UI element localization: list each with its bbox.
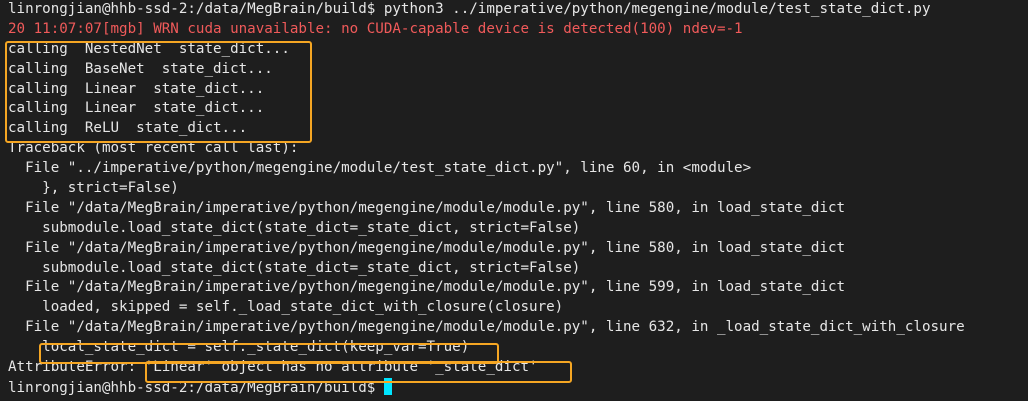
traceback-header: Traceback (most recent call last): [8,140,299,157]
prompt-text: linrongjian@hhb-ssd-2:/data/MegBrain/bui… [8,379,376,396]
traceback-line: local_state_dict = self._state_dict(keep… [8,339,470,356]
output-line: calling Linear state_dict... [8,80,265,97]
command-line: linrongjian@hhb-ssd-2:/data/MegBrain/bui… [8,1,931,17]
text-cursor [384,377,393,395]
traceback-line: File "/data/MegBrain/imperative/python/m… [8,239,846,256]
traceback-line: loaded, skipped = self._load_state_dict_… [8,299,564,316]
output-line: calling NestedNet state_dict... [8,40,290,57]
output-line: calling Linear state_dict... [8,100,265,117]
output-line: calling BaseNet state_dict... [8,60,273,77]
traceback-line: }, strict=False) [8,180,179,197]
traceback-line: File "../imperative/python/megengine/mod… [8,160,752,177]
prompt-line[interactable]: linrongjian@hhb-ssd-2:/data/MegBrain/bui… [8,377,1028,398]
error-line: AttributeError: 'Linear' object has no a… [8,359,538,376]
traceback-line: File "/data/MegBrain/imperative/python/m… [8,199,846,216]
traceback-line: File "/data/MegBrain/imperative/python/m… [8,279,846,296]
cuda-warning-line: 20 11:07:07[mgb] WRN cuda unavailable: n… [8,20,743,37]
traceback-line: File "/data/MegBrain/imperative/python/m… [8,319,965,336]
terminal-window[interactable]: linrongjian@hhb-ssd-2:/data/MegBrain/bui… [0,0,1028,401]
traceback-line: submodule.load_state_dict(state_dict=_st… [8,259,581,276]
traceback-line: submodule.load_state_dict(state_dict=_st… [8,219,581,236]
output-line: calling ReLU state_dict... [8,120,248,137]
